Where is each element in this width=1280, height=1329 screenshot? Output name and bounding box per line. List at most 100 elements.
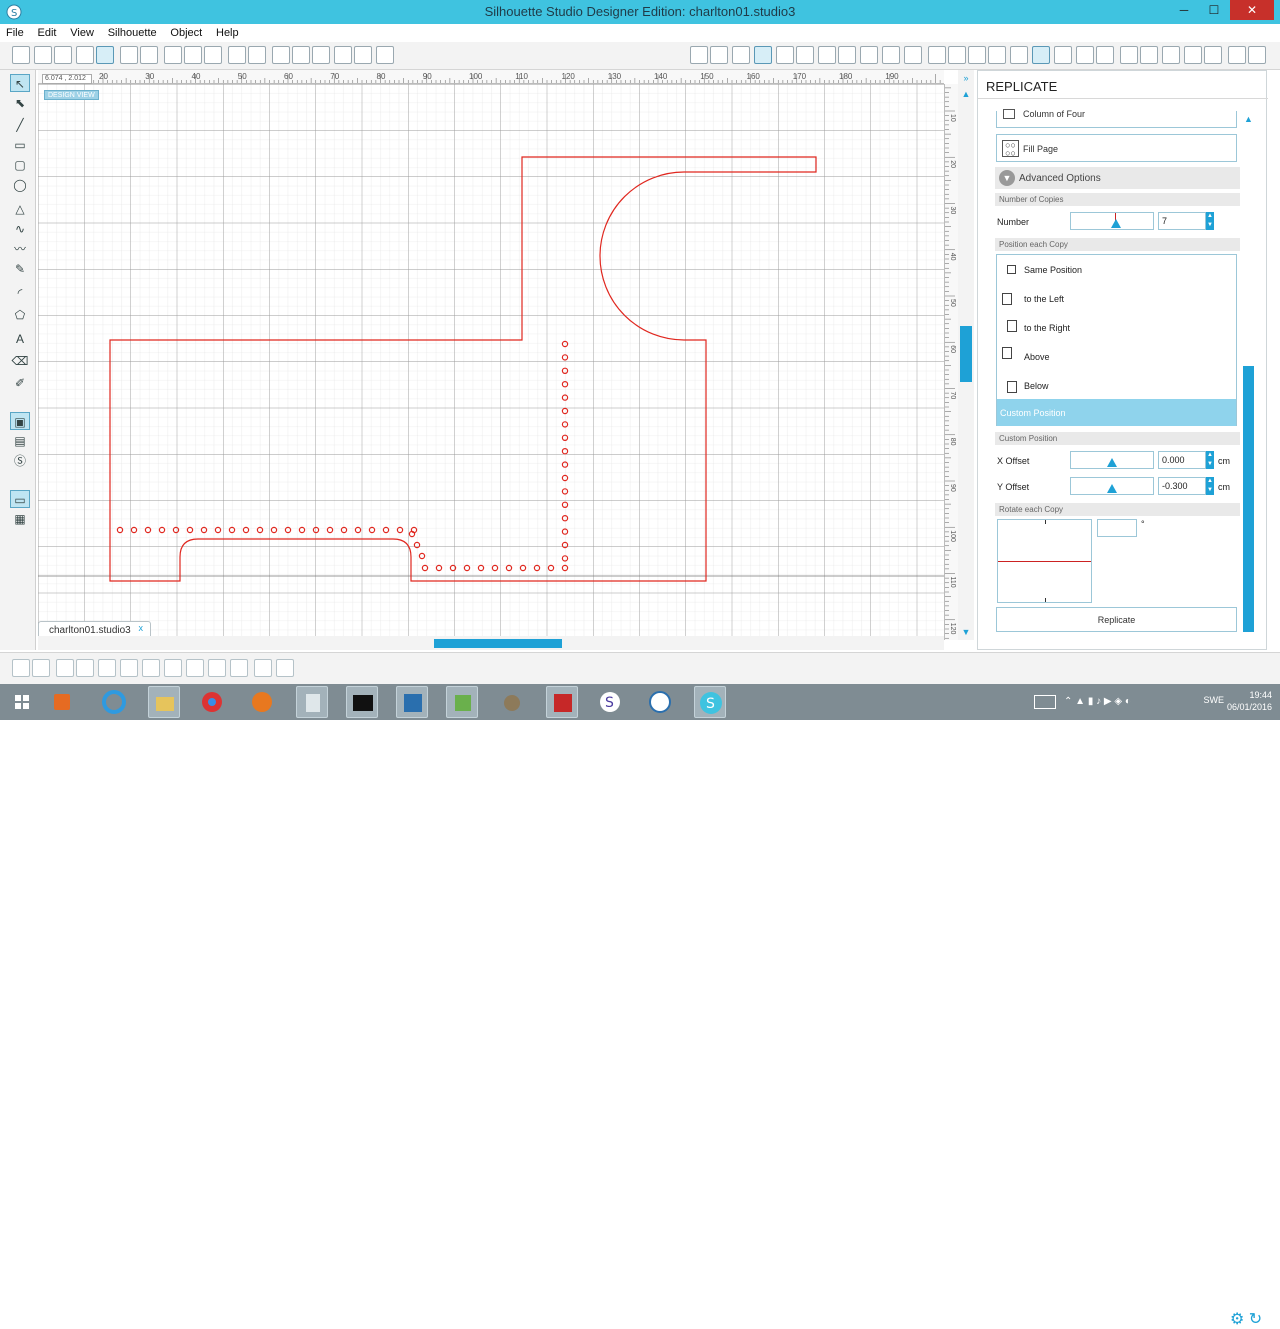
- calculator-icon[interactable]: [296, 686, 328, 718]
- rounded-rectangle-tool-icon[interactable]: ▢: [10, 156, 30, 174]
- media-player-icon[interactable]: [46, 686, 78, 718]
- open-folder-icon[interactable]: [34, 46, 52, 64]
- menu-view[interactable]: View: [64, 24, 99, 39]
- position-right-option[interactable]: to the Right: [997, 316, 1236, 338]
- menu-edit[interactable]: Edit: [32, 24, 62, 39]
- pattern-fill-icon[interactable]: [796, 46, 814, 64]
- menu-object[interactable]: Object: [164, 24, 207, 39]
- rhinestone-icon[interactable]: [838, 46, 856, 64]
- internet-explorer-icon[interactable]: [98, 686, 130, 718]
- menu-help[interactable]: Help: [210, 24, 244, 39]
- save-icon[interactable]: [76, 46, 94, 64]
- advanced-options-header[interactable]: ▼ Advanced Options: [995, 167, 1241, 189]
- design-page-icon[interactable]: ▣: [10, 412, 30, 430]
- gradient-fill-icon[interactable]: [776, 46, 794, 64]
- ellipse-tool-icon[interactable]: ◯: [10, 176, 30, 194]
- text-style-icon[interactable]: [904, 46, 922, 64]
- delete-icon[interactable]: [142, 659, 160, 677]
- split-view-icon[interactable]: ▦: [10, 510, 30, 528]
- sketch-icon[interactable]: [1228, 46, 1246, 64]
- release-compound-path-icon[interactable]: [76, 659, 94, 677]
- polygon-tool-icon[interactable]: △: [10, 200, 30, 218]
- make-compound-path-icon[interactable]: [56, 659, 74, 677]
- y-offset-spinner[interactable]: ▲ ▼: [1206, 477, 1214, 495]
- canvas-vertical-scrollbar[interactable]: » ▲ ▼: [958, 70, 974, 640]
- fill-page-option[interactable]: ○○ ○○ Fill Page: [996, 134, 1237, 162]
- store-icon[interactable]: [1204, 46, 1222, 64]
- library-icon[interactable]: [1184, 46, 1202, 64]
- ungroup-icon[interactable]: [32, 659, 50, 677]
- smooth-freehand-tool-icon[interactable]: ✎: [10, 260, 30, 278]
- start-icon[interactable]: [6, 686, 38, 718]
- taskbar-clock[interactable]: 19:44 06/01/2016: [1227, 689, 1272, 713]
- replicate-icon[interactable]: [1032, 46, 1050, 64]
- number-spinner[interactable]: ▲ ▼: [1206, 212, 1214, 230]
- position-same-option[interactable]: Same Position: [997, 259, 1236, 281]
- shadow-icon[interactable]: [818, 46, 836, 64]
- close-tab-icon[interactable]: x: [139, 623, 144, 633]
- eraser-tool-icon[interactable]: ⌫: [10, 352, 30, 370]
- canvas-horizontal-scrollbar[interactable]: [38, 636, 944, 650]
- position-below-option[interactable]: Below: [997, 373, 1236, 395]
- line-color-icon[interactable]: [860, 46, 878, 64]
- duplicate-icon[interactable]: [98, 659, 116, 677]
- layers-bottom-icon[interactable]: [276, 659, 294, 677]
- send-icon[interactable]: [1248, 46, 1266, 64]
- select-tool-icon[interactable]: ↖: [10, 74, 30, 92]
- zoom-select-icon[interactable]: [334, 46, 352, 64]
- canvas-vertical-scroll-thumb[interactable]: [960, 326, 972, 382]
- menu-file[interactable]: File: [0, 24, 29, 39]
- print-icon[interactable]: [120, 46, 138, 64]
- registration-marks-icon[interactable]: [1140, 46, 1158, 64]
- y-offset-input[interactable]: -0.300: [1158, 477, 1206, 495]
- edit-points-icon[interactable]: [254, 659, 272, 677]
- new-document-icon[interactable]: [12, 46, 30, 64]
- menu-silhouette[interactable]: Silhouette: [102, 24, 162, 39]
- open-file-icon[interactable]: [54, 46, 72, 64]
- number-slider[interactable]: [1070, 212, 1154, 230]
- design-canvas[interactable]: [38, 84, 944, 636]
- bring-to-front-icon[interactable]: [164, 659, 182, 677]
- copy-icon[interactable]: [164, 46, 182, 64]
- column-of-four-option[interactable]: Column of Four: [996, 109, 1237, 128]
- fill-shape-icon[interactable]: [754, 46, 772, 64]
- replicate-button[interactable]: Replicate: [996, 607, 1237, 632]
- keyboard-icon[interactable]: [1034, 695, 1056, 709]
- rotate-icon[interactable]: [948, 46, 966, 64]
- silhouette-s-icon[interactable]: S: [594, 686, 626, 718]
- zoom-in-icon[interactable]: [292, 46, 310, 64]
- silhouette-store-icon[interactable]: Ⓢ: [10, 452, 30, 470]
- offset-bottom-icon[interactable]: [230, 659, 248, 677]
- language-indicator[interactable]: SWE: [1203, 695, 1224, 705]
- text-tool-icon[interactable]: A: [10, 330, 30, 348]
- x-offset-input[interactable]: 0.000: [1158, 451, 1206, 469]
- number-input[interactable]: 7: [1158, 212, 1206, 230]
- line-style-icon[interactable]: [882, 46, 900, 64]
- transform-icon[interactable]: [928, 46, 946, 64]
- fill-color-icon[interactable]: [690, 46, 708, 64]
- freehand-tool-icon[interactable]: 〰: [10, 240, 30, 258]
- offset-icon[interactable]: [1076, 46, 1094, 64]
- close-button[interactable]: ✕: [1230, 0, 1274, 20]
- panel-scroll-down-icon[interactable]: ▼: [1243, 624, 1254, 635]
- group-icon[interactable]: [12, 659, 30, 677]
- file-explorer-icon[interactable]: [148, 686, 180, 718]
- y-offset-slider[interactable]: [1070, 477, 1154, 495]
- line-tool-icon[interactable]: ╱: [10, 116, 30, 134]
- firefox-icon[interactable]: [246, 686, 278, 718]
- point-edit-tool-icon[interactable]: ⬉: [10, 94, 30, 112]
- panel-scroll-thumb[interactable]: [1243, 366, 1254, 632]
- rectangle-tool-icon[interactable]: ▭: [10, 136, 30, 154]
- paste-icon[interactable]: [184, 46, 202, 64]
- document-tab[interactable]: charlton01.studio3 x: [38, 621, 151, 637]
- fit-to-page-icon[interactable]: [376, 46, 394, 64]
- position-left-option[interactable]: to the Left: [997, 287, 1236, 309]
- pan-hand-icon[interactable]: [272, 46, 290, 64]
- rotate-angle-input[interactable]: [1097, 519, 1137, 537]
- tray-icons[interactable]: ⌃ ▲ ▮ ♪ ▶ ◈ ◐: [1064, 696, 1131, 707]
- layers-icon[interactable]: [1162, 46, 1180, 64]
- filezilla-icon[interactable]: [546, 686, 578, 718]
- weld-icon[interactable]: [120, 659, 138, 677]
- update-app-icon[interactable]: [644, 686, 676, 718]
- chrome-icon[interactable]: [196, 686, 228, 718]
